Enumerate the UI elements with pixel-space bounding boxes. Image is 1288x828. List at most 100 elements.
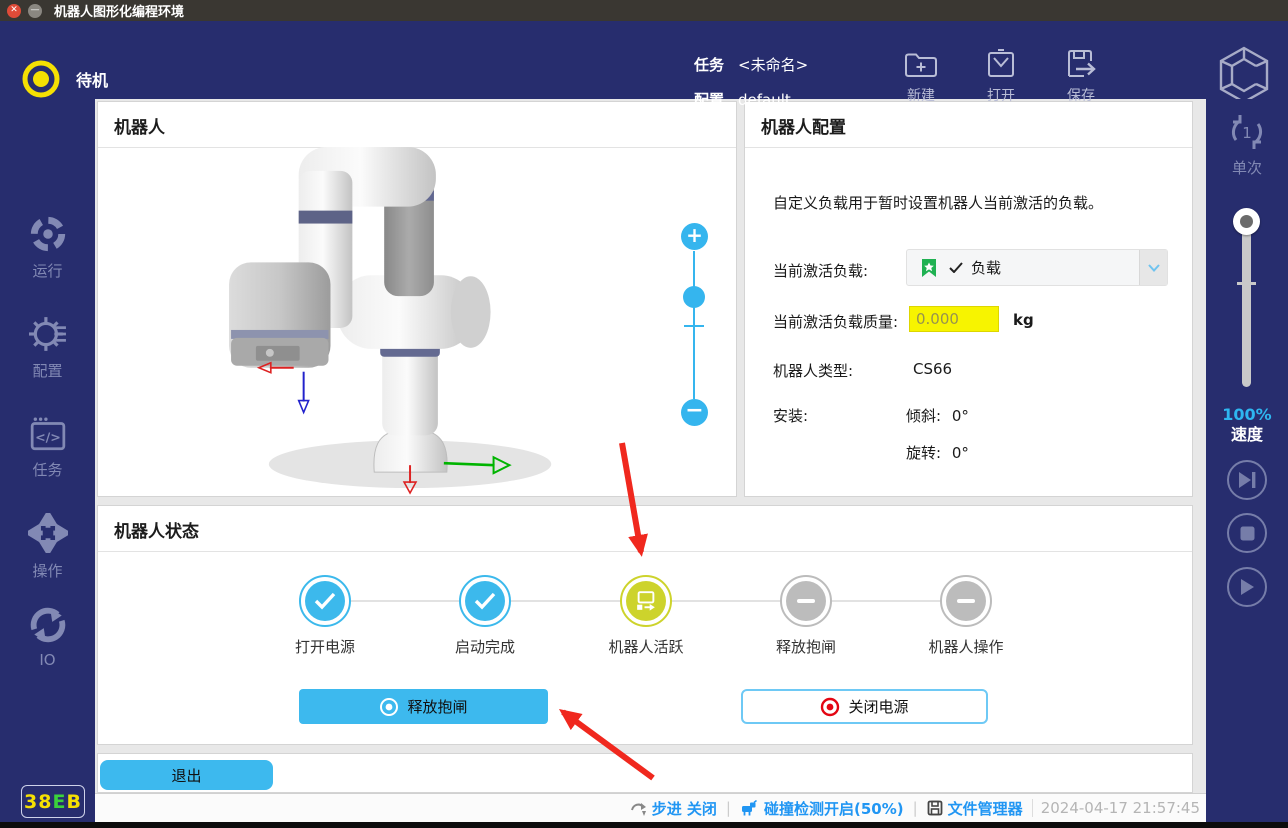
active-payload-label: 当前激活负载: [773, 260, 868, 281]
minus-icon [957, 599, 975, 603]
brand-logo-icon [1216, 45, 1272, 105]
robot-type-label: 机器人类型: [773, 360, 853, 381]
bottom-strip [0, 822, 1288, 828]
collision-icon [740, 800, 759, 816]
right-toolbar: 1 单次 100% 速度 [1206, 99, 1288, 828]
step-mode-icon [630, 801, 647, 816]
tilt-value: 0° [952, 407, 969, 425]
titlebar: ✕ — 机器人图形化编程环境 [0, 0, 1288, 21]
step-startup-complete: 启动完成 [425, 575, 545, 657]
save-icon [1064, 48, 1098, 80]
robot-state-label: 待机 [76, 67, 108, 91]
single-run-toggle[interactable]: 1 单次 [1206, 111, 1288, 178]
release-brake-button[interactable]: 释放抱闸 [299, 689, 548, 724]
clock-timestamp: 2024-04-17 21:57:45 [1032, 799, 1200, 817]
open-button[interactable]: 打开 [969, 48, 1033, 112]
power-off-icon [820, 697, 840, 717]
robot-3d-view[interactable] [98, 145, 736, 496]
rotation-row: 旋转: 0° [906, 442, 969, 463]
config-value: default [738, 91, 791, 109]
payload-description: 自定义负载用于暂时设置机器人当前激活的负载。 [773, 192, 1103, 213]
check-icon [313, 591, 337, 611]
speed-label: 速度 [1206, 425, 1288, 445]
step-forward-button[interactable] [1227, 460, 1267, 500]
speed-percent: 100% [1206, 405, 1288, 425]
play-button[interactable] [1227, 567, 1267, 607]
mount-label: 安装: [773, 405, 808, 426]
bookmark-icon [919, 258, 939, 278]
active-payload-select[interactable]: 负载 [906, 249, 1168, 286]
zoom-slider-tick [684, 325, 704, 327]
payload-mass-label: 当前激活负载质量: [773, 311, 898, 332]
robot-panel-title: 机器人 [98, 102, 736, 148]
payload-mass-unit: kg [1013, 311, 1034, 329]
robot-config-panel: 机器人配置 自定义负载用于暂时设置机器人当前激活的负载。 当前激活负载: 负载 … [744, 101, 1193, 497]
task-label: 任务 [694, 56, 724, 74]
sidebar-item-config[interactable]: 配置 [0, 315, 95, 381]
close-icon[interactable]: ✕ [7, 4, 21, 18]
run-icon [29, 215, 67, 253]
svg-text:1: 1 [1242, 124, 1252, 142]
app-window: ✕ — 机器人图形化编程环境 待机 任务 <未命名> 配置 default 新建 [0, 0, 1288, 828]
sidebar-item-task[interactable]: </> 任务 [0, 416, 95, 480]
tilt-label: 倾斜: [906, 407, 941, 425]
stop-button[interactable] [1227, 513, 1267, 553]
sidebar-item-operate[interactable]: 操作 [0, 513, 95, 581]
robot-status-panel: 机器人状态 打开电源 启动完成 [97, 505, 1193, 745]
io-arrows-icon [29, 606, 67, 644]
select-dropdown-toggle[interactable] [1139, 250, 1167, 285]
minimize-icon[interactable]: — [28, 4, 42, 18]
task-row: 任务 <未命名> [694, 54, 808, 75]
file-manager-icon [927, 800, 943, 816]
move-arrows-icon [28, 513, 68, 553]
zoom-out-button[interactable]: − [681, 399, 708, 426]
standby-status-icon [20, 58, 62, 100]
collision-detection-toggle[interactable]: 碰撞检测开启(50%) [740, 798, 904, 819]
step-release-brake: 释放抱闸 [746, 575, 866, 657]
speed-slider-track[interactable] [1242, 211, 1251, 387]
single-run-label: 单次 [1206, 157, 1288, 178]
config-label: 配置 [694, 91, 724, 109]
skip-next-icon [1236, 471, 1258, 489]
file-manager-button[interactable]: 文件管理器 [927, 798, 1023, 819]
new-folder-icon [904, 48, 938, 80]
rotation-label: 旋转: [906, 444, 941, 462]
active-payload-value: 负载 [971, 257, 1001, 278]
step-mode-toggle[interactable]: 步进 关闭 [630, 798, 717, 819]
save-button[interactable]: 保存 [1049, 48, 1113, 112]
brake-icon [379, 697, 399, 717]
gear-icon [29, 315, 67, 353]
status-panel-title: 机器人状态 [98, 506, 1192, 552]
exit-row: 退出 [97, 753, 1193, 793]
chevron-down-icon [1148, 264, 1160, 272]
speed-slider-handle[interactable] [1233, 208, 1260, 235]
zoom-in-button[interactable]: + [681, 223, 708, 250]
step-power-on: 打开电源 [265, 575, 385, 657]
sidebar-item-run[interactable]: 运行 [0, 215, 95, 281]
rotation-value: 0° [952, 444, 969, 462]
window-title: 机器人图形化编程环境 [54, 1, 184, 20]
zoom-slider-handle[interactable] [683, 286, 705, 308]
payload-mass-input[interactable] [909, 306, 999, 332]
single-run-icon: 1 [1226, 111, 1268, 153]
svg-text:</>: </> [35, 429, 61, 444]
tilt-row: 倾斜: 0° [906, 405, 969, 426]
check-icon [473, 591, 497, 611]
hex-code-badge[interactable]: 38EB [21, 785, 85, 818]
check-icon [949, 262, 963, 273]
left-sidebar: 运行 配置 </> 任务 [0, 99, 95, 828]
sidebar-item-io[interactable]: IO [0, 606, 95, 669]
config-row: 配置 default [694, 89, 791, 110]
step-robot-operate: 机器人操作 [906, 575, 1026, 657]
exit-button[interactable]: 退出 [100, 760, 273, 790]
open-icon [984, 48, 1018, 80]
code-window-icon: </> [29, 416, 67, 452]
robot-type-value: CS66 [913, 360, 952, 378]
step-robot-active: 机器人活跃 [586, 575, 706, 657]
statusbar: 步进 关闭 | 碰撞检测开启(50%) | 文件管理器 2024-04-17 2… [95, 793, 1206, 822]
power-off-button[interactable]: 关闭电源 [741, 689, 988, 724]
minus-icon [797, 599, 815, 603]
new-button[interactable]: 新建 [889, 48, 953, 112]
task-value: <未命名> [738, 56, 808, 74]
speed-slider-tick [1237, 282, 1256, 285]
